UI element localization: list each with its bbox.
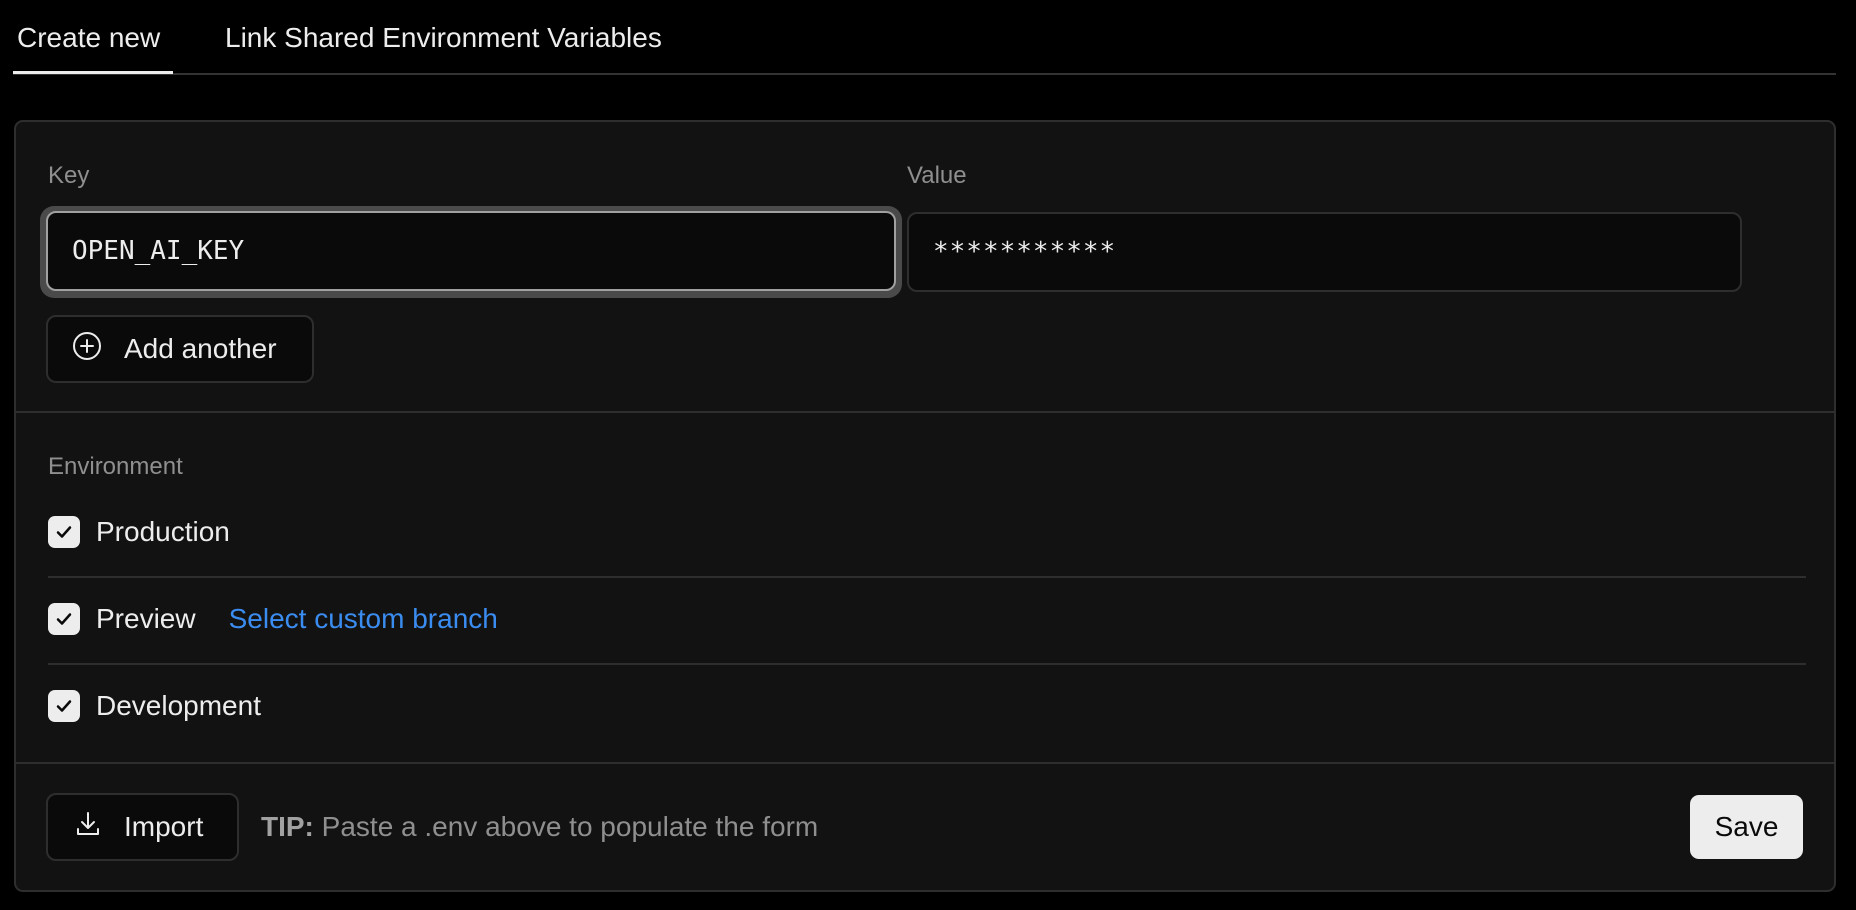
import-label: Import (124, 811, 204, 842)
tip-body: Paste a .env above to populate the form (313, 811, 819, 842)
production-label: Production (96, 516, 230, 547)
tab-create-new[interactable]: Create new (17, 22, 160, 54)
download-icon (74, 810, 102, 845)
development-checkbox[interactable] (48, 690, 80, 722)
preview-label: Preview (96, 603, 196, 634)
check-icon (56, 700, 72, 712)
plus-circle-icon (72, 331, 102, 368)
save-button[interactable]: Save (1690, 795, 1803, 859)
row-divider (48, 576, 1806, 578)
environment-label: Environment (48, 453, 183, 480)
check-icon (56, 613, 72, 625)
tab-bar: Create new Link Shared Environment Varia… (13, 0, 1836, 75)
key-input[interactable]: OPEN_AI_KEY (46, 211, 896, 291)
env-var-form-panel: Key Value OPEN_AI_KEY *********** Add an… (14, 120, 1836, 892)
env-option-development: Development (48, 686, 261, 726)
key-label: Key (48, 162, 90, 189)
env-option-production: Production (48, 512, 230, 552)
tip-prefix: TIP: (261, 811, 314, 842)
preview-checkbox[interactable] (48, 603, 80, 635)
import-button[interactable]: Import (46, 793, 239, 861)
add-another-button[interactable]: Add another (46, 315, 314, 383)
footer-divider (16, 762, 1834, 764)
section-divider (16, 411, 1834, 413)
tab-link-shared-env-vars[interactable]: Link Shared Environment Variables (225, 22, 662, 54)
value-input[interactable]: *********** (907, 212, 1742, 292)
row-divider (48, 663, 1806, 665)
add-another-label: Add another (124, 333, 277, 364)
check-icon (56, 526, 72, 538)
active-tab-indicator (13, 71, 173, 74)
select-custom-branch-link[interactable]: Select custom branch (229, 603, 498, 635)
value-label: Value (907, 162, 967, 189)
env-option-preview: Preview Select custom branch (48, 599, 498, 639)
development-label: Development (96, 690, 261, 721)
tip-text: TIP: Paste a .env above to populate the … (261, 811, 818, 843)
production-checkbox[interactable] (48, 516, 80, 548)
